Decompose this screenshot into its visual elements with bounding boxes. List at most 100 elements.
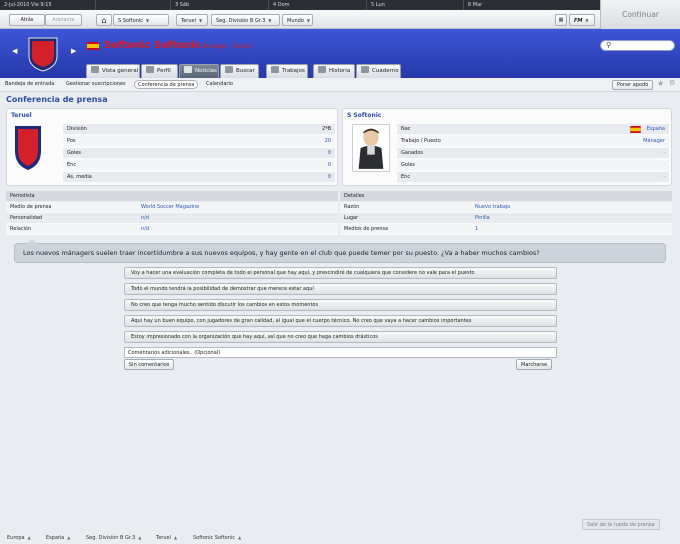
journalist-row: Medio de prensa World Soccer Magazine — [6, 202, 338, 213]
details-label: Lugar — [344, 215, 359, 221]
stat-value[interactable]: 0 — [328, 148, 331, 159]
world-menu[interactable]: Mundo ▼ — [282, 14, 313, 26]
previous-arrow-icon[interactable]: ◀ — [12, 47, 17, 55]
journalist-header: Periodista — [6, 191, 338, 201]
team-menu[interactable]: Teruel ▼ — [176, 14, 208, 26]
chevron-up-icon: ▲ — [67, 535, 71, 540]
fm-menu[interactable]: FM ▼ — [569, 14, 595, 26]
tab-news[interactable]: Noticias — [179, 64, 219, 78]
club-stat-row: Enc 0 — [63, 160, 335, 171]
details-value[interactable]: Pinilla — [475, 213, 490, 224]
tab-profile[interactable]: Perfil — [141, 64, 178, 78]
no-comment-button[interactable]: Sin comentarios — [124, 359, 175, 370]
journalist-value[interactable]: World Soccer Magazine — [141, 202, 199, 213]
answer-option[interactable]: No creo que tenga mucho sentido discutir… — [124, 299, 557, 311]
info-label: Goles — [401, 162, 416, 168]
forward-button-label: Adelante — [52, 17, 75, 23]
stat-label: Enc — [67, 162, 77, 168]
calendar-day[interactable]: 6 Mar — [463, 0, 600, 10]
chevron-down-icon: ▼ — [198, 18, 203, 23]
search-icon: ⚲ — [606, 41, 612, 49]
history-icon — [318, 66, 326, 73]
spain-flag-icon — [87, 42, 99, 50]
back-button[interactable]: Atrás — [9, 14, 45, 26]
tab-profile-label: Perfil — [157, 68, 171, 74]
info-value[interactable]: Mánager — [643, 136, 665, 147]
breadcrumb-label: Seg. División B Gr.3 — [86, 535, 136, 541]
home-button[interactable]: ⌂ — [96, 14, 112, 26]
star-icon[interactable]: ★ — [657, 79, 664, 88]
stat-label: Pos — [67, 138, 76, 144]
manager-info-row: Ganados - — [397, 148, 669, 159]
info-label: Enc — [401, 174, 411, 180]
calendar-day[interactable]: 5 Lun — [366, 0, 463, 10]
subnav-inbox[interactable]: Bandeja de entrada — [5, 81, 54, 87]
breadcrumb-item[interactable]: Softonic Softonic ▲ — [193, 535, 241, 541]
tab-overview[interactable]: Vista general — [86, 64, 140, 78]
subnav-calendar[interactable]: Calendario — [206, 81, 233, 87]
club-badge — [15, 126, 41, 170]
calendar-day[interactable] — [95, 0, 170, 10]
details-header: Detalles — [340, 191, 672, 201]
breadcrumb-item[interactable]: España ▲ — [46, 535, 70, 541]
tab-search[interactable]: Buscar — [220, 64, 259, 78]
club-menu[interactable]: S Softonic ▼ — [113, 14, 169, 26]
leave-button[interactable]: Marcharse — [516, 359, 553, 370]
set-nickname-button[interactable]: Poner apodo — [612, 80, 654, 90]
comment-input[interactable]: Comentarios adicionales.. (Opcional) — [124, 347, 557, 358]
journalist-value: n/d — [141, 226, 150, 232]
manager-info-row: Goles - — [397, 160, 669, 171]
tab-jobs[interactable]: Trabajos — [266, 64, 308, 78]
manager-panel-title[interactable]: S Softonic — [347, 112, 381, 119]
answer-option[interactable]: Voy a hacer una evaluación completa de t… — [124, 267, 557, 279]
forward-button[interactable]: Adelante — [45, 14, 82, 26]
calendar-day[interactable]: 4 Dom — [268, 0, 366, 10]
tab-jobs-label: Trabajos — [282, 68, 305, 74]
details-value[interactable]: Nuevo trabajo — [475, 202, 510, 213]
grid-button[interactable]: ▦ — [555, 14, 567, 26]
gear-icon[interactable]: ⚙ — [669, 79, 675, 87]
tab-notebook[interactable]: Cuaderno — [356, 64, 401, 78]
club-panel-title[interactable]: Teruel — [11, 112, 32, 119]
notebook-icon — [361, 66, 369, 73]
jobs-icon — [271, 66, 279, 73]
details-row: Lugar Pinilla — [340, 213, 672, 224]
breadcrumb-item[interactable]: Seg. División B Gr.3 ▲ — [86, 535, 141, 541]
answer-option[interactable]: Estoy impresionado con la organización q… — [124, 331, 557, 343]
world-menu-label: Mundo — [287, 18, 304, 24]
answer-option[interactable]: Todo el mundo tendrá la posibilidad de d… — [124, 283, 557, 295]
journalist-label: Personalidad — [10, 215, 43, 221]
current-date: 2-jul-2010 Vie 9:15 — [4, 2, 52, 8]
search-person-icon — [225, 66, 233, 73]
calendar-day[interactable]: 3 Sáb — [170, 0, 268, 10]
chevron-up-icon: ▲ — [238, 535, 242, 540]
stat-value[interactable]: 0 — [328, 160, 331, 171]
subnav-press-conference[interactable]: Conferencia de prensa — [134, 80, 199, 89]
tab-history[interactable]: Historia — [313, 64, 355, 78]
search-input[interactable]: ⚲ — [600, 40, 675, 51]
info-label: Nac — [401, 126, 411, 132]
club-stat-row: Goles 0 — [63, 148, 335, 159]
breadcrumb-item[interactable]: Europa ▲ — [7, 535, 31, 541]
manager-info-row: Enc - — [397, 172, 669, 183]
details-value[interactable]: 1 — [475, 224, 478, 235]
breadcrumb-item[interactable]: Teruel ▲ — [156, 535, 177, 541]
info-value: - — [663, 162, 665, 168]
info-label: Trabajo / Puesto — [401, 138, 441, 144]
club-menu-label: S Softonic — [118, 18, 143, 24]
club-stat-row: As. media 0 — [63, 172, 335, 183]
info-value[interactable]: España — [647, 124, 665, 135]
league-menu[interactable]: Seg. División B Gr.3 ▼ — [211, 14, 280, 26]
stat-value[interactable]: 0 — [328, 172, 331, 183]
league-menu-label: Seg. División B Gr.3 — [216, 18, 266, 24]
next-arrow-icon[interactable]: ▶ — [71, 47, 76, 55]
exit-press-conference-button[interactable]: Salir de la rueda de prensa — [582, 519, 660, 530]
manager-name: Softonic Softonic — [104, 40, 201, 51]
details-label: Razón — [344, 204, 360, 210]
continue-button[interactable]: Continuar — [600, 0, 680, 29]
info-label: Ganados — [401, 150, 424, 156]
chevron-down-icon: ▼ — [268, 18, 272, 23]
stat-value[interactable]: 20 — [325, 136, 331, 147]
answer-option[interactable]: Aquí hay un buen equipo, con jugadores d… — [124, 315, 557, 327]
subnav-subscriptions[interactable]: Gestionar suscripciones — [66, 81, 126, 87]
